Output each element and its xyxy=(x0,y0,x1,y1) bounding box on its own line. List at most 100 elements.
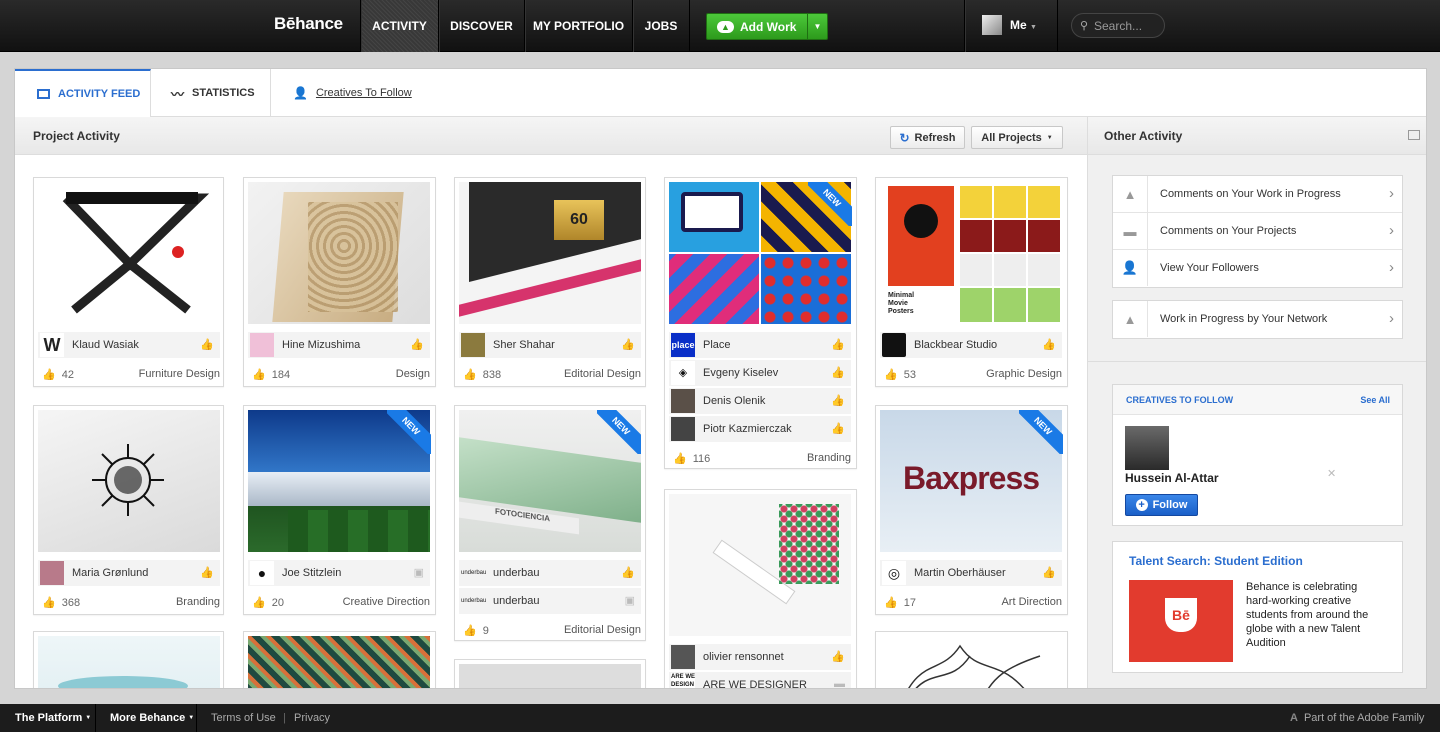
project-owner-row[interactable]: Maria Grønlund 👍 xyxy=(38,560,220,586)
appreciate-icon[interactable]: 👍 xyxy=(831,366,845,379)
project-card[interactable] xyxy=(243,631,436,688)
talent-badge: Bē xyxy=(1129,580,1233,662)
refresh-button[interactable]: ↻ Refresh xyxy=(890,126,965,149)
appreciate-icon[interactable]: 👍 xyxy=(831,422,845,435)
new-ribbon-label: NEW xyxy=(1019,410,1063,454)
project-card[interactable] xyxy=(875,631,1068,688)
all-projects-dropdown[interactable]: All Projects ▼ xyxy=(971,126,1063,149)
project-thumbnail[interactable] xyxy=(38,410,220,552)
comments-wip-link[interactable]: ▲ Comments on Your Work in Progress › xyxy=(1113,176,1402,213)
project-card[interactable]: olivier rensonnet 👍 ARE WE DESIGN ARE WE… xyxy=(664,489,857,688)
follow-button[interactable]: + Follow xyxy=(1125,494,1198,516)
add-to-collection-icon[interactable]: ▣ xyxy=(414,566,424,579)
appreciate-icon[interactable]: 👍 xyxy=(200,338,214,351)
creatives-to-follow-header: CREATIVES TO FOLLOW See All xyxy=(1113,385,1402,415)
terms-link[interactable]: Terms of Use xyxy=(211,704,276,732)
project-owner-row[interactable]: place Place 👍 xyxy=(669,332,851,358)
project-card[interactable]: W Klaud Wasiak 👍 👍 42 Furniture Design xyxy=(33,177,224,387)
project-thumbnail[interactable] xyxy=(38,182,220,324)
project-stats: 👍 17 Art Direction xyxy=(880,592,1062,612)
project-thumbnail[interactable] xyxy=(880,636,1062,688)
project-stats: 👍 9 Editorial Design xyxy=(459,620,641,640)
owner-avatar: ◈ xyxy=(671,361,695,385)
behance-logo[interactable]: Bēhance xyxy=(274,14,343,34)
tab-activity-feed[interactable]: ACTIVITY FEED xyxy=(15,69,151,117)
nav-discover[interactable]: DISCOVER xyxy=(438,0,524,52)
nav-my-portfolio[interactable]: MY PORTFOLIO xyxy=(524,0,632,52)
project-card[interactable]: Minimal Movie Posters Blackbear Studio 👍… xyxy=(875,177,1068,387)
project-owner-row[interactable]: Sher Shahar 👍 xyxy=(459,332,641,358)
project-card[interactable]: NEW ● Joe Stitzlein ▣ 👍 20 Creative Direc… xyxy=(243,405,436,615)
add-to-collection-icon[interactable]: ▣ xyxy=(625,594,635,607)
project-thumbnail[interactable]: 60 xyxy=(459,182,641,324)
talent-title[interactable]: Talent Search: Student Edition xyxy=(1129,554,1303,568)
comment-icon[interactable]: ▬ xyxy=(834,678,845,688)
project-card[interactable]: Maria Grønlund 👍 👍 368 Branding xyxy=(33,405,224,615)
project-stats: 👍 184 Design xyxy=(248,364,430,384)
project-thumbnail[interactable] xyxy=(248,636,430,688)
project-owner-row[interactable]: ARE WE DESIGN ARE WE DESIGNER ▬ xyxy=(669,672,851,688)
collapse-panel-icon[interactable] xyxy=(1408,130,1420,140)
appreciate-icon[interactable]: 👍 xyxy=(831,394,845,407)
project-category: Furniture Design xyxy=(138,368,220,380)
project-owner-row[interactable]: Hine Mizushima 👍 xyxy=(248,332,430,358)
nav-activity[interactable]: ACTIVITY xyxy=(360,0,438,52)
project-thumbnail[interactable]: Minimal Movie Posters xyxy=(880,182,1062,324)
appreciate-icon[interactable]: 👍 xyxy=(1042,338,1056,351)
project-owner-row[interactable]: ● Joe Stitzlein ▣ xyxy=(248,560,430,586)
project-owner-row[interactable]: Denis Olenik 👍 xyxy=(669,388,851,414)
owner-avatar: ◎ xyxy=(882,561,906,585)
project-card[interactable] xyxy=(454,659,646,688)
project-owner-row[interactable]: olivier rensonnet 👍 xyxy=(669,644,851,670)
project-owner-row[interactable]: ◎ Martin Oberhäuser 👍 xyxy=(880,560,1062,586)
project-owner-row[interactable]: underbau underbau 👍 xyxy=(459,560,641,586)
appreciate-icon[interactable]: 👍 xyxy=(831,338,845,351)
search-input[interactable]: ⚲ Search... xyxy=(1071,13,1165,38)
project-card[interactable]: 60 Sher Shahar 👍 👍 838 Editorial Design xyxy=(454,177,646,387)
platform-menu[interactable]: The Platform ▼ xyxy=(0,704,96,732)
appreciate-icon[interactable]: 👍 xyxy=(831,650,845,663)
nav-jobs[interactable]: JOBS xyxy=(632,0,690,52)
project-card[interactable]: FOTOCIENCIA NEW underbau underbau 👍 unde… xyxy=(454,405,646,641)
appreciate-icon[interactable]: 👍 xyxy=(200,566,214,579)
privacy-link[interactable]: Privacy xyxy=(294,704,330,732)
comments-projects-link[interactable]: ▬ Comments on Your Projects › xyxy=(1113,213,1402,250)
project-card[interactable]: Baxpress NEW ◎ Martin Oberhäuser 👍 👍 17 A… xyxy=(875,405,1068,615)
add-work-dropdown[interactable]: ▼ xyxy=(807,14,827,39)
tab-statistics[interactable]: 〰 STATISTICS xyxy=(151,69,271,117)
appreciate-icon[interactable]: 👍 xyxy=(1042,566,1056,579)
project-card[interactable] xyxy=(33,631,224,688)
project-owner-row[interactable]: Piotr Kazmierczak 👍 xyxy=(669,416,851,442)
project-owner-row[interactable]: underbau underbau ▣ xyxy=(459,588,641,614)
project-thumbnail[interactable] xyxy=(459,664,641,688)
add-work-button[interactable]: ▲ Add Work ▼ xyxy=(706,13,828,40)
owner-name: Evgeny Kiselev xyxy=(703,367,779,379)
talent-search-promo[interactable]: Talent Search: Student Edition Bē Behanc… xyxy=(1112,541,1403,673)
dismiss-icon[interactable]: ✕ xyxy=(1327,467,1336,480)
tab-creatives-to-follow[interactable]: 👤 Creatives To Follow xyxy=(271,69,421,117)
appreciate-icon[interactable]: 👍 xyxy=(621,338,635,351)
new-ribbon: NEW xyxy=(597,410,641,454)
new-ribbon-label: NEW xyxy=(808,182,852,226)
project-thumbnail[interactable] xyxy=(669,494,851,636)
project-thumbnail[interactable] xyxy=(38,636,220,688)
project-card[interactable]: NEW place Place 👍 ◈ Evgeny Kiselev 👍 Den… xyxy=(664,177,857,469)
appreciate-icon[interactable]: 👍 xyxy=(410,338,424,351)
owner-name: Joe Stitzlein xyxy=(282,567,342,579)
see-all-link[interactable]: See All xyxy=(1360,395,1390,405)
project-owner-row[interactable]: Blackbear Studio 👍 xyxy=(880,332,1062,358)
project-card[interactable]: Hine Mizushima 👍 👍 184 Design xyxy=(243,177,436,387)
creative-avatar[interactable] xyxy=(1125,426,1169,470)
user-menu[interactable]: Me ▼ xyxy=(964,0,1058,52)
thumbs-up-icon: 👍 xyxy=(42,597,56,609)
thumbs-up-icon: 👍 xyxy=(884,597,898,609)
more-behance-menu[interactable]: More Behance ▼ xyxy=(96,704,197,732)
project-thumbnail[interactable] xyxy=(248,182,430,324)
followers-link[interactable]: 👤 View Your Followers › xyxy=(1113,250,1402,287)
appreciate-icon[interactable]: 👍 xyxy=(621,566,635,579)
project-owner-row[interactable]: W Klaud Wasiak 👍 xyxy=(38,332,220,358)
creative-name[interactable]: Hussein Al-Attar xyxy=(1125,471,1219,485)
project-owner-row[interactable]: ◈ Evgeny Kiselev 👍 xyxy=(669,360,851,386)
adobe-family-link[interactable]: A Part of the Adobe Family xyxy=(1290,704,1424,732)
wip-network-link[interactable]: ▲ Work in Progress by Your Network › xyxy=(1113,301,1402,338)
